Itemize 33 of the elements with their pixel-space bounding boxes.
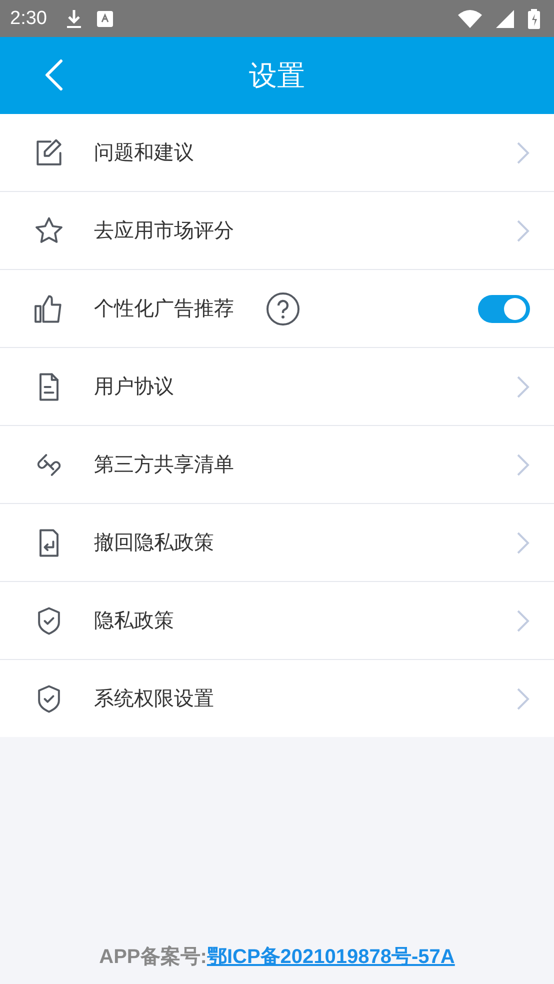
settings-row[interactable]: 用户协议 [0, 347, 554, 425]
settings-row[interactable]: 第三方共享清单 [0, 425, 554, 503]
settings-row[interactable]: 隐私政策 [0, 581, 554, 659]
chevron-right-icon [516, 218, 530, 242]
status-time: 2:30 [10, 8, 47, 30]
keyboard-icon [96, 10, 113, 26]
settings-row[interactable]: 问题和建议 [0, 114, 554, 191]
download-icon [64, 8, 83, 28]
chevron-right-icon [516, 374, 530, 398]
settings-row[interactable]: 去应用市场评分 [0, 191, 554, 269]
page-title: 设置 [249, 58, 305, 94]
row-label: 第三方共享清单 [94, 451, 234, 478]
filing-label: APP备案号: [99, 944, 207, 970]
chevron-right-icon [516, 530, 530, 554]
chevron-right-icon [516, 452, 530, 476]
signal-icon [496, 10, 514, 28]
row-label: 系统权限设置 [94, 685, 214, 712]
chevron-right-icon [516, 608, 530, 632]
row-label: 去应用市场评分 [94, 217, 234, 244]
settings-row[interactable]: 个性化广告推荐 [0, 269, 554, 347]
battery-icon [528, 8, 540, 28]
settings-row[interactable]: 撤回隐私政策 [0, 503, 554, 581]
ad-toggle[interactable] [478, 294, 530, 322]
chevron-right-icon [516, 140, 530, 164]
row-label: 撤回隐私政策 [94, 529, 214, 556]
row-label: 用户协议 [94, 373, 174, 400]
wifi-icon [458, 9, 482, 28]
row-label: 隐私政策 [94, 607, 174, 634]
row-label: 问题和建议 [94, 139, 194, 166]
help-icon[interactable] [266, 292, 300, 326]
chevron-right-icon [516, 686, 530, 710]
row-label: 个性化广告推荐 [94, 295, 234, 322]
settings-row[interactable]: 系统权限设置 [0, 659, 554, 737]
